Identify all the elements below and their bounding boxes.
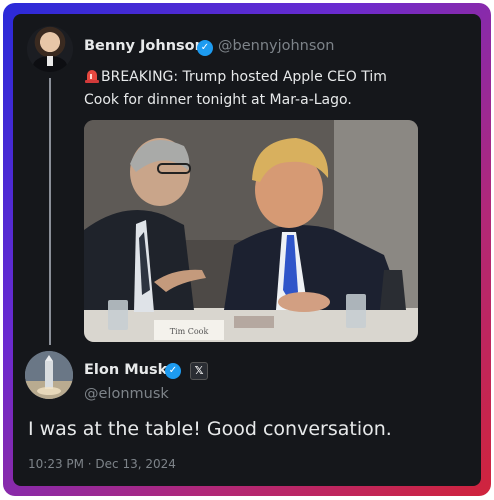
elon-musk-avatar[interactable] xyxy=(25,351,73,399)
rocket-avatar-icon xyxy=(25,351,73,399)
benny-johnson-avatar[interactable] xyxy=(27,26,73,72)
thread-line xyxy=(49,78,51,345)
reply-timestamp[interactable]: 10:23 PM · Dec 13, 2024 xyxy=(28,457,176,471)
verified-badge-icon: ✓ xyxy=(165,363,181,379)
verified-badge-icon: ✓ xyxy=(197,40,213,56)
x-affiliate-badge-icon[interactable]: 𝕏 xyxy=(190,362,208,380)
reply-author-name[interactable]: Elon Musk xyxy=(84,362,167,378)
avatar-collar xyxy=(47,56,53,66)
place-card-text: Tim Cook xyxy=(170,327,209,336)
reply-author-handle[interactable]: @elonmusk xyxy=(84,386,169,402)
post-image[interactable]: Tim Cook xyxy=(84,120,418,342)
post-text-content: BREAKING: Trump hosted Apple CEO Tim Coo… xyxy=(84,69,387,108)
post-text: BREAKING: Trump hosted Apple CEO Tim Coo… xyxy=(84,66,414,112)
post-author-handle[interactable]: @bennyjohnson xyxy=(218,38,334,54)
meeting-photo-illustration: Tim Cook xyxy=(84,120,418,342)
siren-icon xyxy=(85,70,99,83)
post-author-name[interactable]: Benny Johnson xyxy=(84,38,205,54)
reply-text: I was at the table! Good conversation. xyxy=(28,418,392,440)
